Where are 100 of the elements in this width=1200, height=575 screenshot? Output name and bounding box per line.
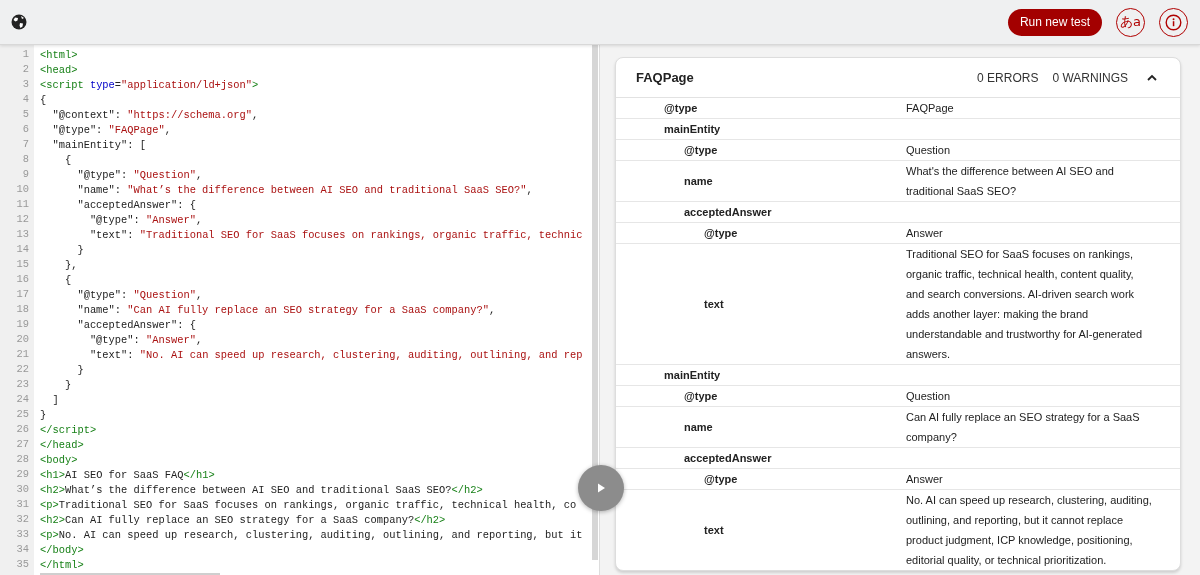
line-number: 23 (15, 378, 30, 392)
line-number: 22 (15, 363, 30, 377)
code-line: { (63, 153, 73, 168)
code-line: </body> (40, 543, 85, 558)
property-value: Can AI fully replace an SEO strategy for a SaaS company? (906, 410, 1141, 445)
code-line: "name": "Can AI fully replace an SEO strategy for a SaaS company?", (76, 303, 497, 318)
property-value: Question (906, 143, 952, 158)
property-value: Traditional SEO for SaaS focuses on rankings, organic traffic, technical health, content quality, and search conversions. AI-driven search work adds another layer: making the brand understandable and trustworthy for AI-generated answers. (906, 247, 1144, 362)
line-number: 10 (15, 183, 30, 197)
property-key: @type (704, 469, 906, 489)
line-number: 24 (15, 393, 30, 407)
line-number: 11 (15, 198, 30, 212)
code-line: }, (63, 258, 79, 273)
property-key: name (684, 171, 906, 191)
scrollbar[interactable] (40, 573, 220, 575)
warning-count: 0 WARNINGS (1052, 70, 1128, 85)
property-key: @type (704, 223, 906, 243)
line-number: 31 (15, 498, 30, 512)
property-value: No. AI can speed up research, clustering, auditing, outlining, and reporting, but it cannot replace product judgment, ICP knowledge, positioning, editorial quality, or technical prioritization. (906, 493, 1153, 568)
line-number: 7 (21, 138, 30, 152)
line-number: 14 (15, 243, 30, 257)
line-number: 17 (15, 288, 30, 302)
code-line: <script type="application/ld+json"> (40, 78, 260, 93)
code-line: "text": "Traditional SEO for SaaS focuses on rankings, organic traffic, technic (88, 228, 583, 243)
line-number: 16 (15, 273, 30, 287)
card-title: FAQPage (636, 70, 694, 85)
line-number: 1 (21, 48, 30, 62)
code-line: "name": "What’s the difference between AI SEO and traditional SaaS SEO?", (76, 183, 534, 198)
line-number: 35 (15, 558, 30, 572)
property-value: FAQPage (906, 101, 955, 116)
line-number: 21 (15, 348, 30, 362)
code-line: <p>Traditional SEO for SaaS focuses on rankings, organic traffic, technical health, co (40, 498, 578, 513)
run-test-button[interactable]: Run new test (1007, 8, 1102, 36)
property-key: text (704, 520, 906, 540)
line-number: 30 (15, 483, 30, 497)
property-key: acceptedAnswer (684, 202, 906, 222)
property-key: acceptedAnswer (684, 448, 906, 468)
code-line: } (63, 378, 73, 393)
property-key: mainEntity (664, 119, 906, 139)
property-value: Answer (906, 472, 944, 487)
line-number: 9 (21, 168, 30, 182)
code-line: "text": "No. AI can speed up research, clustering, auditing, outlining, and rep (88, 348, 583, 363)
line-number: 18 (15, 303, 30, 317)
line-number: 33 (15, 528, 30, 542)
line-number: 27 (15, 438, 30, 452)
property-value: Answer (906, 226, 944, 241)
code-line: <html> (40, 48, 79, 63)
line-number: 2 (21, 63, 30, 77)
code-line: ] (51, 393, 60, 408)
code-line: <p>No. AI can speed up research, clustering, auditing, outlining, and reporting, but it (40, 528, 583, 543)
code-line: </html> (40, 558, 85, 573)
error-count: 0 ERRORS (977, 70, 1039, 85)
code-line: <h2>Can AI fully replace an SEO strategy for a SaaS company?</h2> (40, 513, 447, 528)
code-line: "@type": "Answer", (88, 213, 204, 228)
code-line: </head> (40, 438, 85, 453)
line-number: 25 (15, 408, 30, 422)
property-value: Question (906, 389, 952, 404)
play-icon (595, 482, 607, 494)
line-number: 19 (15, 318, 30, 332)
code-line: "mainEntity": [ (51, 138, 147, 153)
line-number: 26 (15, 423, 30, 437)
line-number: 29 (15, 468, 30, 482)
property-key: @type (664, 98, 906, 118)
scrollbar[interactable] (592, 45, 598, 560)
line-number: 4 (21, 93, 30, 107)
code-line: "@type": "Question", (76, 288, 204, 303)
property-value: What's the difference between AI SEO and traditional SaaS SEO? (906, 164, 1115, 199)
line-number: 32 (15, 513, 30, 527)
line-number: 8 (21, 153, 30, 167)
code-line: "@context": "https://schema.org", (51, 108, 260, 123)
globe-icon[interactable] (11, 14, 27, 30)
line-number: 5 (21, 108, 30, 122)
code-line: </script> (40, 423, 98, 438)
line-number: 20 (15, 333, 30, 347)
line-number: 13 (15, 228, 30, 242)
line-number: 6 (21, 123, 30, 137)
code-line: "acceptedAnswer": { (76, 198, 197, 213)
property-key: mainEntity (664, 365, 906, 385)
code-line: <body> (40, 453, 79, 468)
code-line: <h1>AI SEO for SaaS FAQ</h1> (40, 468, 216, 483)
property-key: name (684, 417, 906, 437)
code-line: } (76, 243, 85, 258)
code-line: "acceptedAnswer": { (76, 318, 197, 333)
property-key: @type (684, 140, 906, 160)
line-number: 28 (15, 453, 30, 467)
line-number: 15 (15, 258, 30, 272)
property-key: @type (684, 386, 906, 406)
line-number: 3 (21, 78, 30, 92)
code-line: "@type": "FAQPage", (51, 123, 172, 138)
property-key: text (704, 294, 906, 314)
code-line: "@type": "Answer", (88, 333, 204, 348)
code-line: <h2>What’s the difference between AI SEO and traditional SaaS SEO?</h2> (40, 483, 484, 498)
code-line: { (63, 273, 73, 288)
code-line: } (76, 363, 85, 378)
code-line: } (40, 408, 48, 423)
code-line: <head> (40, 63, 79, 78)
line-number: 12 (15, 213, 30, 227)
code-line: "@type": "Question", (76, 168, 204, 183)
line-number: 34 (15, 543, 30, 557)
info-icon (1165, 13, 1182, 31)
